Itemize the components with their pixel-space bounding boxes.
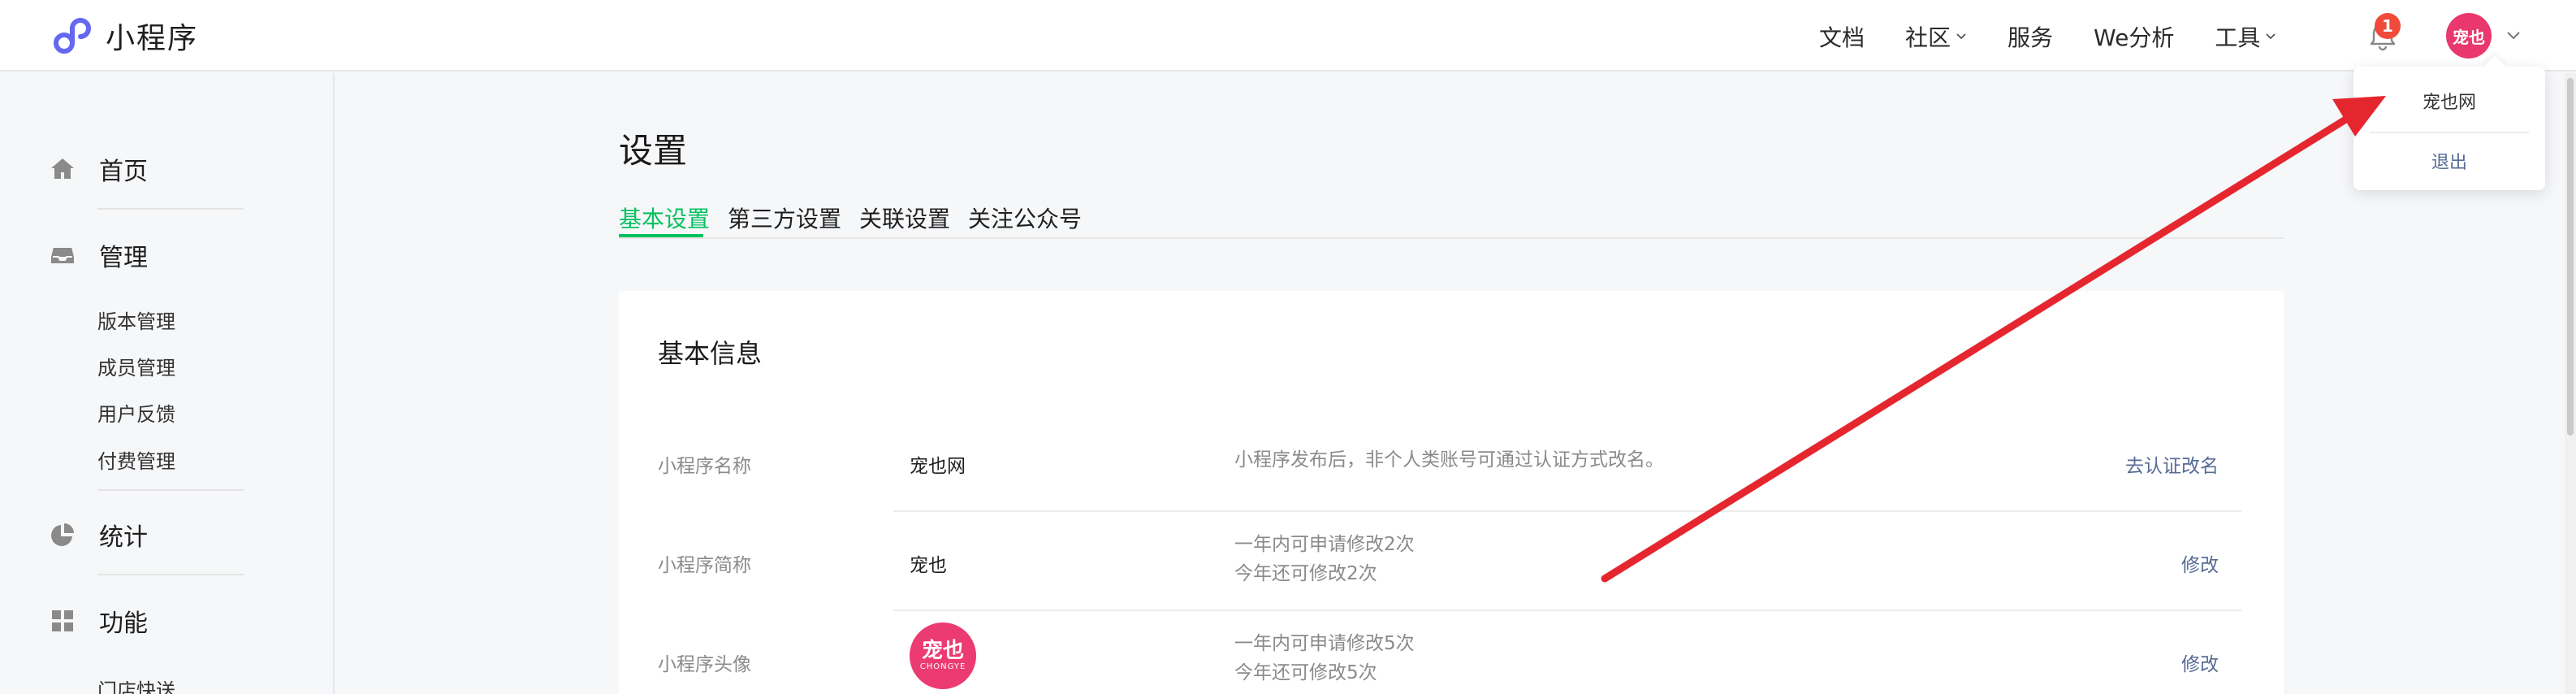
nav-tools[interactable]: 工具 [2215, 20, 2276, 53]
mini-program-avatar: 宠也 CHONGYE [910, 622, 976, 689]
avatar-text: 宠也 [921, 639, 964, 663]
chevron-down-icon [2266, 33, 2276, 40]
tab-basic-settings[interactable]: 基本设置 [619, 202, 710, 234]
sidebar-item-label: 首页 [99, 158, 148, 186]
sidebar-item-member-management[interactable]: 成员管理 [97, 352, 175, 380]
account-dropdown: 宠也网 退出 [2353, 67, 2545, 190]
mini-program-logo-icon [50, 15, 93, 57]
sidebar-item-manage[interactable]: 管理 [49, 237, 148, 273]
nav-docs[interactable]: 文档 [1819, 20, 1865, 53]
sidebar-item-stats[interactable]: 统计 [49, 517, 148, 553]
info-row-name: 小程序名称 宠也网 小程序发布后，非个人类账号可通过认证方式改名。 去认证改名 [619, 413, 2284, 512]
nav-community[interactable]: 社区 [1905, 20, 1967, 53]
nav-tools-label: 工具 [2215, 24, 2261, 51]
nav-we-analytics[interactable]: We分析 [2094, 20, 2174, 53]
edit-avatar-link[interactable]: 修改 [2181, 648, 2219, 676]
sidebar-item-home[interactable]: 首页 [49, 151, 148, 187]
inbox-icon [50, 246, 76, 265]
tab-follow-official-account[interactable]: 关注公众号 [968, 202, 1082, 234]
active-tab-indicator [619, 234, 703, 237]
nav-community-label: 社区 [1905, 24, 1951, 51]
logout-link[interactable]: 退出 [2353, 148, 2545, 174]
tab-association-settings[interactable]: 关联设置 [859, 202, 950, 234]
row-description: 小程序发布后，非个人类账号可通过认证方式改名。 [1234, 449, 1664, 471]
sidebar-item-features[interactable]: 功能 [49, 603, 148, 639]
scrollbar-thumb[interactable] [2567, 78, 2574, 436]
row-label: 小程序名称 [658, 456, 751, 477]
nav-services-label: 服务 [2008, 24, 2054, 51]
tab-third-party-settings[interactable]: 第三方设置 [728, 202, 841, 234]
sidebar-item-version-management[interactable]: 版本管理 [97, 306, 175, 334]
row-description: 一年内可申请修改2次 今年还可修改2次 [1234, 530, 1415, 588]
row-description-line: 今年还可修改5次 [1234, 662, 1377, 683]
row-description-line: 一年内可申请修改5次 [1234, 633, 1415, 654]
row-label: 小程序头像 [658, 654, 751, 675]
row-label: 小程序简称 [658, 555, 751, 576]
edit-short-name-link[interactable]: 修改 [2181, 549, 2219, 577]
info-row-avatar: 小程序头像 宠也 CHONGYE 一年内可申请修改5次 今年还可修改5次 修改 [619, 611, 2284, 694]
top-bar: 小程序 文档 社区 服务 We分析 工具 1 宠也 [0, 0, 2576, 72]
sidebar-item-label: 功能 [99, 609, 148, 638]
row-description-line: 今年还可修改2次 [1234, 563, 1377, 584]
row-value: 宠也 [910, 555, 947, 576]
sidebar-item-store-delivery[interactable]: 门店快送 [97, 674, 175, 694]
divider [97, 208, 244, 210]
avatar[interactable]: 宠也 [2446, 13, 2492, 59]
sidebar-item-label: 管理 [99, 244, 148, 272]
account-name[interactable]: 宠也网 [2353, 88, 2545, 114]
row-description-line: 一年内可申请修改2次 [1234, 534, 1415, 555]
brand[interactable]: 小程序 [50, 11, 198, 60]
page-title: 设置 [619, 131, 688, 171]
nav-we-analytics-label: We分析 [2094, 24, 2175, 51]
sidebar-item-user-feedback[interactable]: 用户反馈 [97, 398, 175, 427]
brand-title: 小程序 [106, 22, 199, 55]
sidebar: 首页 管理 版本管理 成员管理 用户反馈 付费管理 统计 功能 门店快送 [0, 73, 335, 694]
basic-info-card: 基本信息 小程序名称 宠也网 小程序发布后，非个人类账号可通过认证方式改名。 去… [619, 291, 2284, 694]
chevron-down-icon[interactable] [2505, 26, 2522, 44]
top-nav: 文档 社区 服务 We分析 工具 [1819, 15, 2317, 59]
row-description: 一年内可申请修改5次 今年还可修改5次 [1234, 629, 1415, 687]
divider [97, 489, 244, 491]
verify-rename-link[interactable]: 去认证改名 [2125, 450, 2219, 478]
pie-chart-icon [51, 523, 74, 546]
nav-services[interactable]: 服务 [2008, 20, 2053, 53]
chevron-down-icon [1956, 33, 1966, 40]
nav-docs-label: 文档 [1819, 24, 1865, 51]
section-title: 基本信息 [658, 338, 763, 369]
divider [97, 574, 244, 575]
avatar-subtext: CHONGYE [919, 662, 966, 671]
notification-badge: 1 [2375, 13, 2401, 39]
grid-icon [52, 610, 73, 631]
row-value: 宠也网 [910, 456, 966, 477]
home-icon [51, 158, 74, 179]
sidebar-item-label: 统计 [99, 523, 148, 552]
sidebar-item-payment-management[interactable]: 付费管理 [97, 445, 175, 474]
info-row-short-name: 小程序简称 宠也 一年内可申请修改2次 今年还可修改2次 修改 [619, 512, 2284, 611]
settings-tabs: 基本设置 第三方设置 关联设置 关注公众号 [619, 198, 2284, 239]
divider [2370, 132, 2529, 133]
